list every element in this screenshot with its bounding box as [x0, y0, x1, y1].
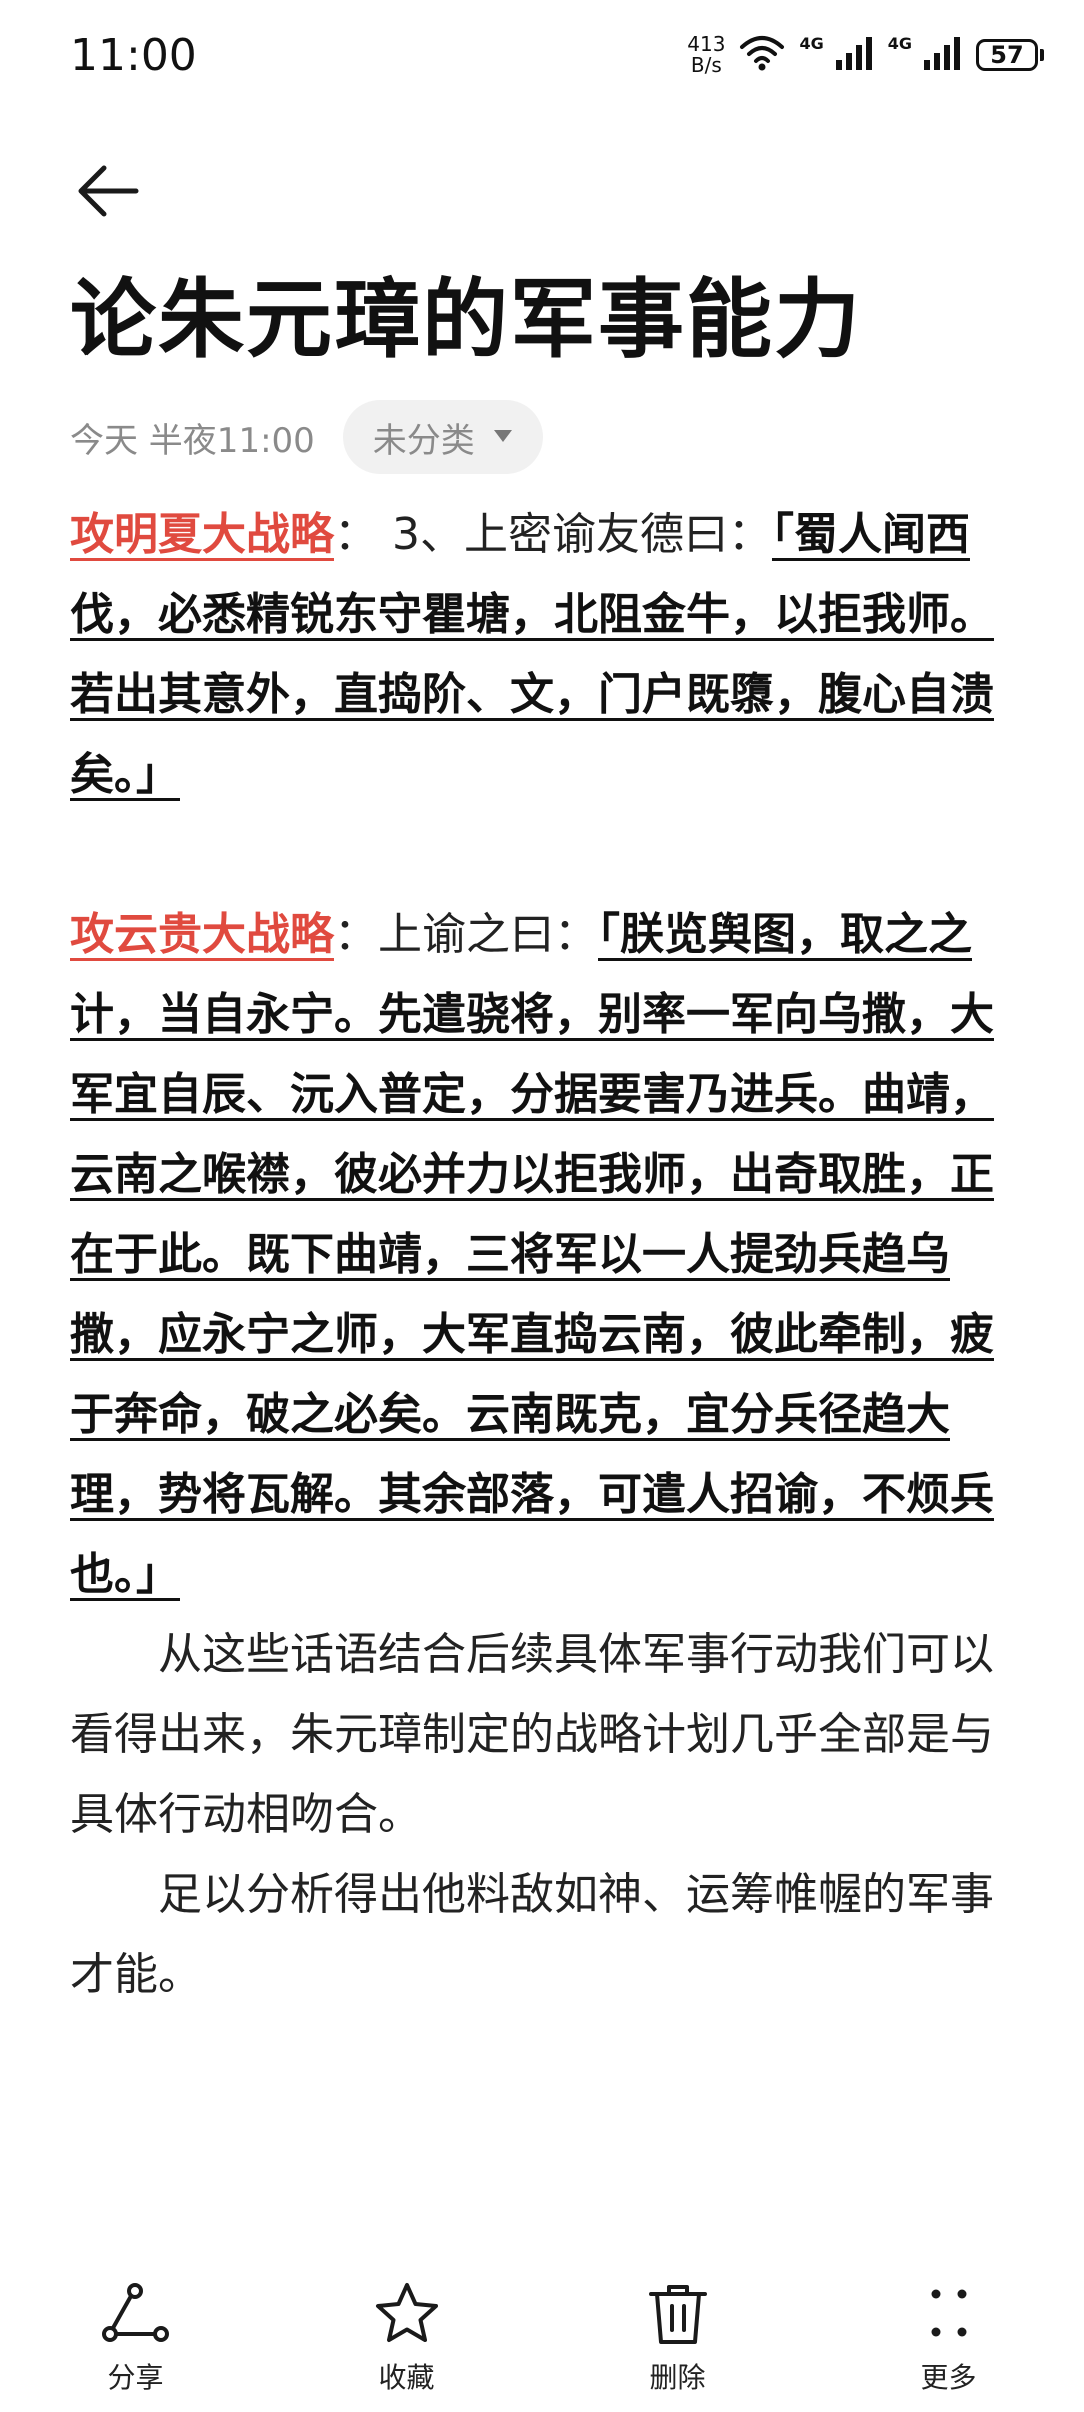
favorite-button[interactable]: 收藏 — [307, 2270, 507, 2412]
battery-icon: 57 — [976, 39, 1044, 71]
more-dots-icon — [914, 2270, 984, 2350]
note-body[interactable]: 攻明夏大战略： 3、上密谕友德曰：「蜀人闻西伐，必悉精锐东守瞿塘，北阻金牛，以拒… — [70, 495, 994, 2015]
note-meta: 今天 半夜11:00 未分类 — [70, 400, 543, 474]
note-timestamp: 今天 半夜11:00 — [70, 420, 315, 461]
trash-icon — [643, 2270, 713, 2350]
category-dropdown[interactable]: 未分类 — [342, 400, 543, 474]
category-label: 未分类 — [372, 420, 475, 461]
section-label-xia: 攻明夏大战略 — [70, 509, 334, 560]
status-icons: 413 B/s 4G 4G 57 — [687, 30, 1044, 80]
delete-label: 删除 — [649, 2361, 706, 2394]
paragraph-1-text: ： 3、上密谕友德曰： — [334, 509, 772, 560]
paragraph-2-text: ：上谕之曰： — [334, 909, 598, 960]
delete-button[interactable]: 删除 — [578, 2270, 778, 2412]
share-label: 分享 — [107, 2361, 164, 2394]
quote-2: 「朕览舆图，取之之计，当自永宁。先遣骁将，别率一军向乌撒，大军宜自辰、沅入普定，… — [70, 909, 994, 1600]
paragraph-1: 攻明夏大战略： 3、上密谕友德曰：「蜀人闻西伐，必悉精锐东守瞿塘，北阻金牛，以拒… — [70, 495, 994, 815]
section-label-yungui: 攻云贵大战略 — [70, 909, 334, 960]
signal-icon — [922, 36, 962, 74]
battery-level: 57 — [976, 39, 1038, 71]
dropdown-caret-icon — [493, 428, 513, 447]
network-speed-unit: B/s — [690, 53, 722, 77]
share-button[interactable]: 分享 — [36, 2270, 236, 2412]
favorite-label: 收藏 — [378, 2361, 435, 2394]
paragraph-2: 攻云贵大战略：上谕之曰：「朕览舆图，取之之计，当自永宁。先遣骁将，别率一军向乌撒… — [70, 895, 994, 1615]
network-speed: 413 B/s — [687, 34, 725, 76]
bottom-toolbar: 分享 收藏 删除 更多 — [0, 2270, 1084, 2412]
star-icon — [372, 2270, 442, 2350]
status-bar: 11:00 413 B/s 4G 4G 57 — [0, 0, 1084, 110]
paragraph-4: 足以分析得出他料敌如神、运筹帷幄的军事才能。 — [70, 1869, 994, 2000]
more-label: 更多 — [920, 2361, 977, 2394]
note-title[interactable]: 论朱元璋的军事能力 — [70, 265, 862, 375]
network-type-1: 4G — [799, 34, 824, 53]
more-button[interactable]: 更多 — [849, 2270, 1049, 2412]
share-icon — [101, 2270, 171, 2350]
network-type-2: 4G — [887, 34, 912, 53]
signal-icon — [834, 36, 874, 74]
paragraph-3: 从这些话语结合后续具体军事行动我们可以看得出来，朱元璋制定的战略计划几乎全部是与… — [70, 1629, 994, 1840]
status-time: 11:00 — [70, 30, 197, 81]
back-arrow-icon — [76, 163, 140, 223]
back-button[interactable] — [70, 155, 146, 231]
network-speed-value: 413 — [687, 32, 726, 56]
wifi-icon — [739, 35, 785, 75]
